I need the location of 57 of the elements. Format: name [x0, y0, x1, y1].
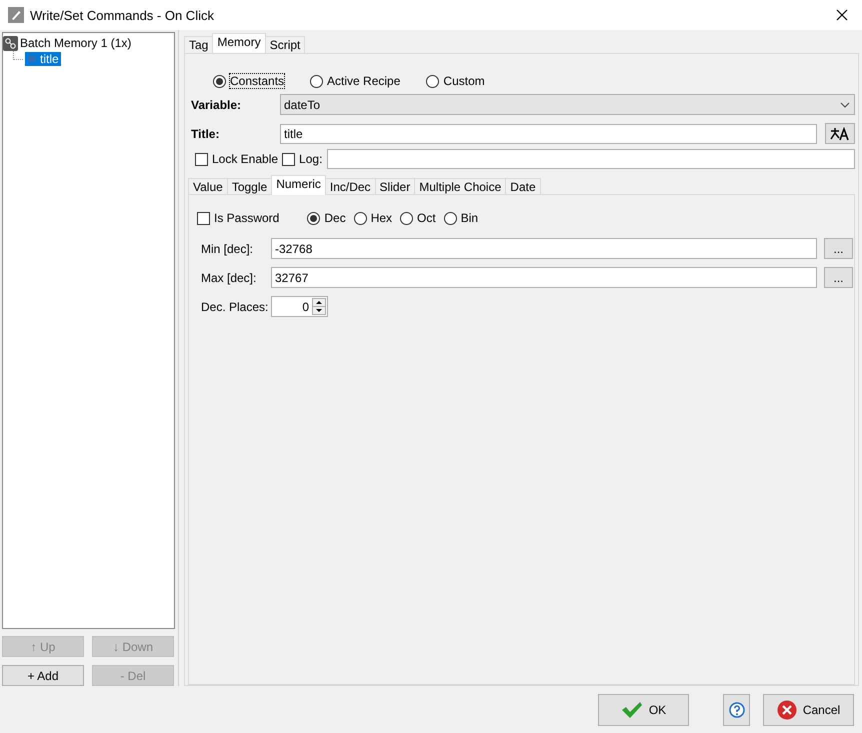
help-button[interactable] [723, 694, 750, 726]
spin-box[interactable]: 0 [271, 296, 328, 317]
ok-button[interactable]: OK [598, 694, 689, 726]
checkmark-icon [620, 700, 643, 718]
close-icon[interactable] [836, 9, 848, 21]
radio-label: Oct [417, 211, 436, 225]
tab[interactable]: Value [188, 178, 228, 195]
tab[interactable]: Memory [212, 33, 266, 53]
translate-button[interactable] [825, 123, 855, 144]
tab[interactable]: Script [264, 36, 306, 53]
variable-dropdown[interactable]: dateTo [280, 94, 855, 115]
pencil-icon [8, 7, 24, 23]
radio-label: Dec [324, 211, 346, 225]
checkbox[interactable] [282, 152, 296, 166]
field-label: Min [dec]: [200, 242, 254, 256]
radio-button[interactable] [354, 212, 367, 224]
radio-label: Constants [230, 74, 284, 88]
number-field[interactable]: -32768 [271, 238, 817, 259]
checkbox[interactable] [195, 152, 208, 166]
checkbox-label: Log: [299, 152, 322, 166]
field-label: Variable: [191, 98, 242, 112]
translate-icon [830, 126, 850, 140]
radio-button[interactable] [426, 74, 440, 88]
field-label: Title: [191, 126, 220, 140]
title-field[interactable]: title [280, 124, 817, 144]
help-icon [728, 702, 744, 718]
radio-label: Active Recipe [327, 74, 400, 88]
cancel-icon [776, 700, 797, 720]
radio-button[interactable] [400, 212, 414, 224]
cancel-button[interactable]: Cancel [763, 694, 854, 726]
browse-button[interactable]: ... [824, 238, 853, 259]
tab[interactable]: Tag [184, 36, 214, 53]
checkbox-label: Is Password [214, 211, 280, 225]
tree-item[interactable]: title [25, 52, 61, 66]
radio-label: Bin [460, 211, 478, 225]
radio-label: Hex [370, 211, 392, 225]
list-button[interactable]: + Add [2, 665, 84, 686]
field-label: Max [dec]: [200, 270, 258, 284]
checkbox[interactable] [197, 212, 210, 224]
radio-label: Custom [443, 74, 485, 88]
window-title: Write/Set Commands - On Click [30, 8, 215, 22]
browse-button[interactable]: ... [824, 267, 853, 288]
field-label: Dec. Places: [200, 300, 270, 314]
spin-arrows-icon[interactable] [312, 298, 326, 315]
tab[interactable]: Multiple Choice [414, 178, 506, 195]
tab[interactable]: Toggle [226, 178, 272, 195]
tab[interactable]: Numeric [271, 175, 326, 195]
log-field[interactable] [327, 149, 855, 169]
radio-button[interactable] [444, 212, 457, 224]
radio-button[interactable] [307, 212, 320, 224]
radio-button[interactable] [310, 74, 324, 88]
tree-item[interactable]: Batch Memory 1 (1x) [20, 36, 132, 50]
radio-button[interactable] [213, 74, 226, 88]
number-field[interactable]: 32767 [271, 267, 817, 288]
dot-icon [27, 54, 37, 64]
checkbox-label: Lock Enable [212, 152, 278, 166]
tab[interactable]: Date [505, 178, 541, 195]
